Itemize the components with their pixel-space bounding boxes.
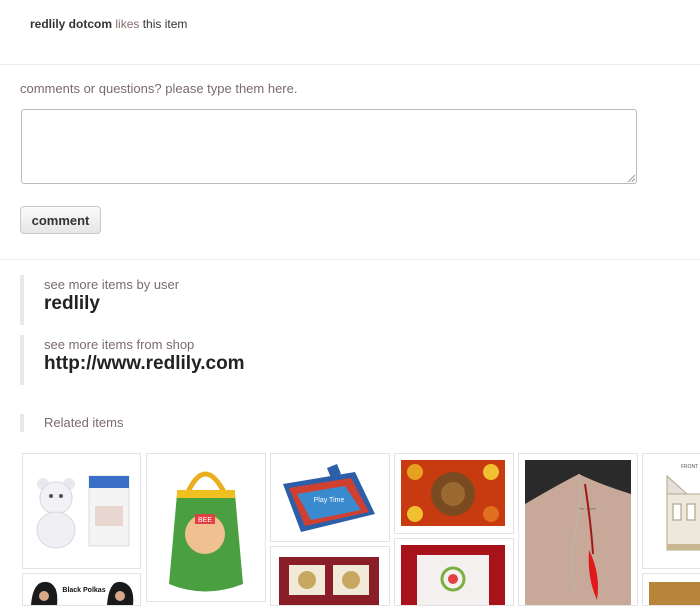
- related-item-partial[interactable]: [642, 573, 700, 606]
- related-item-teddy-bear[interactable]: [22, 453, 141, 569]
- related-items-title: Related items: [20, 414, 123, 432]
- spice-platter-image: [395, 454, 513, 533]
- teddy-bear-image: [23, 454, 140, 568]
- play-mat-image: Play Time: [271, 454, 389, 541]
- polkas-caption: Black Polkas: [62, 587, 105, 594]
- activity-object: this item: [142, 17, 188, 31]
- activity-user-link[interactable]: redlily dotcom: [30, 17, 112, 31]
- more-by-user-label: see more items by user: [44, 277, 180, 292]
- related-item-temple-drawing[interactable]: FRONT: [642, 453, 700, 569]
- related-item-play-mat[interactable]: Play Time: [270, 453, 390, 542]
- activity-verb: likes: [115, 17, 140, 31]
- more-by-user: see more items by user redlily: [20, 275, 620, 325]
- activity-line: redlily dotcom likes this item: [30, 17, 187, 31]
- mat-caption: Play Time: [314, 497, 345, 504]
- partial-item-image: [643, 574, 700, 605]
- bag-caption: BEE: [198, 517, 212, 524]
- cushion-image: [395, 539, 513, 605]
- resize-grip-icon[interactable]: [627, 174, 635, 182]
- related-item-drawstring-bag[interactable]: BEE: [146, 453, 266, 602]
- related-item-spice-platter[interactable]: [394, 453, 514, 534]
- gift-box-image: [271, 547, 389, 605]
- more-from-shop: see more items from shop http://www.redl…: [20, 335, 620, 385]
- back-tattoo-image: ~ ~~: [519, 454, 637, 605]
- divider: [0, 259, 700, 260]
- shop-link[interactable]: http://www.redlily.com: [44, 353, 245, 375]
- comment-button[interactable]: comment: [20, 206, 101, 234]
- comment-prompt: comments or questions? please type them …: [20, 81, 298, 96]
- temple-caption: FRONT: [681, 464, 698, 470]
- divider: [0, 64, 700, 65]
- related-item-gift-box[interactable]: [270, 546, 390, 606]
- user-link[interactable]: redlily: [44, 293, 100, 315]
- more-from-shop-label: see more items from shop: [44, 337, 195, 352]
- related-item-black-polkas[interactable]: Black Polkas: [22, 573, 141, 606]
- temple-drawing-image: FRONT: [643, 454, 700, 568]
- related-item-back-tattoo[interactable]: ~ ~~: [518, 453, 638, 606]
- related-item-embroidered-cushion[interactable]: [394, 538, 514, 606]
- comment-textarea[interactable]: [21, 109, 637, 184]
- black-polkas-image: Black Polkas: [23, 574, 140, 605]
- drawstring-bag-image: BEE: [147, 454, 265, 601]
